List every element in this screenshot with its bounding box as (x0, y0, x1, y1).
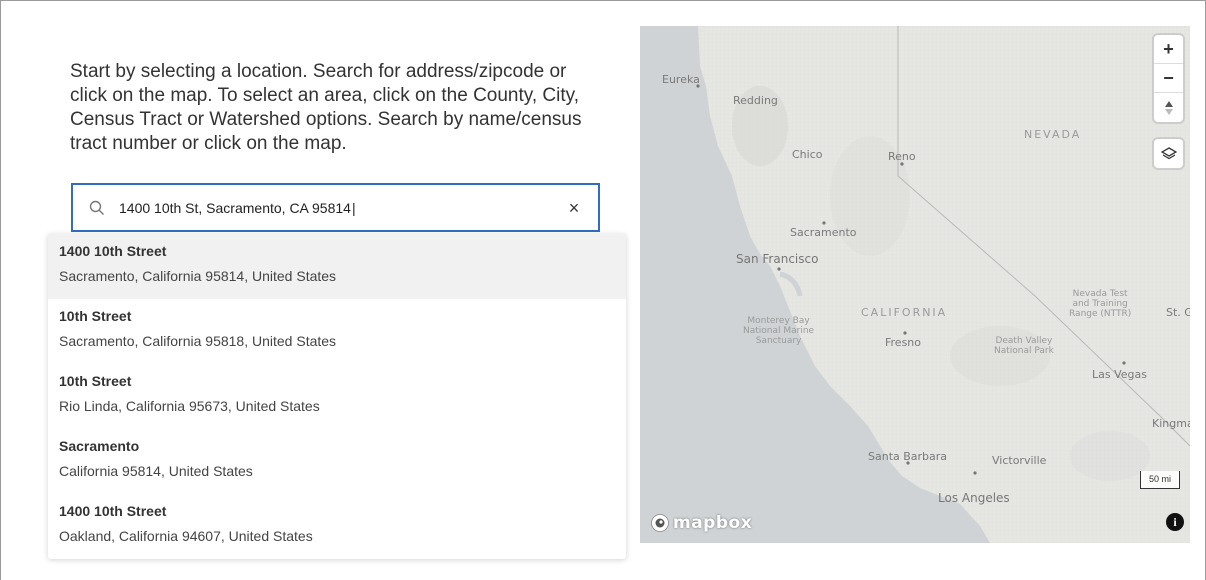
map-label-victorville: Victorville (992, 454, 1047, 467)
result-address: Oakland, California 94607, United States (59, 528, 313, 544)
search-input[interactable]: 1400 10th St, Sacramento, CA 95814 (119, 200, 564, 216)
zoom-out-button[interactable]: − (1154, 64, 1183, 93)
map-label-los-angeles: Los Angeles (938, 491, 1010, 505)
map-label-death-valley: Death Valley National Park (994, 336, 1054, 356)
map-label-california: CALIFORNIA (861, 306, 948, 319)
result-name: 10th Street (59, 373, 132, 389)
result-item[interactable]: 10th Street Sacramento, California 95818… (48, 299, 626, 364)
result-item[interactable]: 1400 10th Street Oakland, California 946… (48, 494, 626, 559)
map-label-chico: Chico (792, 148, 823, 161)
result-name: 1400 10th Street (59, 243, 167, 259)
map-label-santa-barbara: Santa Barbara (868, 450, 948, 463)
map-label-reno: Reno (888, 150, 916, 163)
result-address: Sacramento, California 95818, United Sta… (59, 333, 337, 349)
result-item[interactable]: 1400 10th Street Sacramento, California … (48, 234, 626, 299)
compass-icon (1164, 100, 1173, 115)
map-label-st-george: St. G (1166, 306, 1190, 319)
mapbox-icon (651, 514, 669, 532)
map-label-kingman: Kingma (1152, 417, 1190, 430)
result-name: Sacramento (59, 438, 140, 454)
map-terrain (640, 26, 1190, 543)
search-results-list: 1400 10th Street Sacramento, California … (48, 234, 626, 559)
result-name: 10th Street (59, 308, 132, 324)
zoom-controls: + − (1154, 35, 1183, 122)
map-label-sacramento: Sacramento (790, 226, 857, 239)
clear-search-button[interactable]: × (564, 198, 584, 218)
result-address: Rio Linda, California 95673, United Stat… (59, 398, 320, 414)
map-label-eureka: Eureka (662, 73, 700, 86)
compass-button[interactable] (1154, 93, 1183, 122)
result-address: California 95814, United States (59, 463, 253, 479)
map-label-nevada: NEVADA (1024, 128, 1082, 141)
result-item[interactable]: Sacramento California 95814, United Stat… (48, 429, 626, 494)
location-search-box[interactable]: 1400 10th St, Sacramento, CA 95814 × (71, 183, 600, 232)
result-item[interactable]: 10th Street Rio Linda, California 95673,… (48, 364, 626, 429)
attribution-info-button[interactable]: i (1166, 513, 1184, 531)
instructions-text: Start by selecting a location. Search fo… (70, 61, 582, 154)
map-label-fresno: Fresno (885, 336, 922, 349)
map-label-san-francisco: San Francisco (736, 252, 819, 266)
map-scale: 50 mi (1140, 471, 1180, 489)
map-label-nttr: Nevada Test and Training Range (NTTR) (1069, 289, 1132, 319)
map-label-monterey-bay: Monterey Bay National Marine Sanctuary (743, 316, 815, 346)
map-label-las-vegas: Las Vegas (1092, 368, 1147, 381)
layers-button[interactable] (1154, 139, 1183, 168)
mapbox-logo-text: mapbox (673, 513, 753, 533)
zoom-in-button[interactable]: + (1154, 35, 1183, 64)
result-name: 1400 10th Street (59, 503, 167, 519)
map-canvas[interactable]: Eureka Redding Chico Reno NEVADA Sacrame… (640, 26, 1190, 543)
mapbox-logo[interactable]: mapbox (650, 513, 752, 533)
map-label-redding: Redding (733, 94, 778, 107)
layers-icon (1160, 146, 1177, 159)
search-icon (89, 200, 105, 216)
result-address: Sacramento, California 95814, United Sta… (59, 268, 337, 284)
